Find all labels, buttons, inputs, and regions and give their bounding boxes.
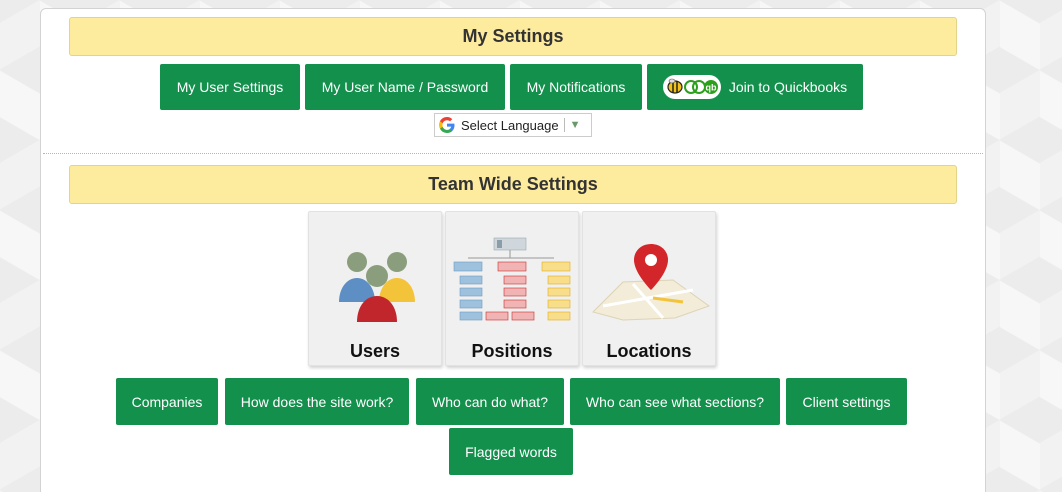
language-selector[interactable]: Select Language ▼: [434, 113, 592, 137]
quickbooks-logo-icon: qb: [662, 75, 721, 99]
locations-tile[interactable]: Locations: [582, 211, 716, 366]
positions-tile[interactable]: Positions: [445, 211, 579, 366]
join-quickbooks-label: Join to Quickbooks: [728, 79, 848, 95]
my-user-settings-button[interactable]: My User Settings: [160, 64, 300, 110]
my-notifications-button[interactable]: My Notifications: [510, 64, 642, 110]
language-label: Select Language: [461, 117, 559, 133]
join-quickbooks-button[interactable]: qb Join to Quickbooks: [647, 64, 863, 110]
google-g-icon: [439, 117, 455, 133]
org-chart-icon: [453, 237, 571, 321]
settings-panel: My Settings My User Settings My User Nam…: [40, 8, 986, 492]
companies-button[interactable]: Companies: [116, 378, 218, 425]
section-divider: [43, 153, 983, 154]
users-group-icon: [339, 252, 415, 322]
who-can-see-sections-button[interactable]: Who can see what sections?: [570, 378, 780, 425]
users-tile[interactable]: Users: [308, 211, 442, 366]
flagged-words-button[interactable]: Flagged words: [449, 428, 573, 475]
my-user-name-password-button[interactable]: My User Name / Password: [305, 64, 505, 110]
how-site-works-button[interactable]: How does the site work?: [225, 378, 409, 425]
dropdown-arrow-icon: ▼: [569, 119, 581, 131]
locations-tile-label: Locations: [606, 341, 692, 361]
team-settings-title: Team Wide Settings: [428, 174, 598, 194]
team-settings-header: Team Wide Settings: [69, 165, 957, 204]
users-tile-label: Users: [349, 341, 401, 361]
language-separator: [563, 118, 565, 132]
my-settings-title: My Settings: [462, 26, 564, 46]
who-can-do-what-button[interactable]: Who can do what?: [416, 378, 564, 425]
map-pin-icon: [592, 244, 711, 321]
svg-text:qb: qb: [705, 83, 716, 93]
client-settings-button[interactable]: Client settings: [786, 378, 907, 425]
my-settings-header: My Settings: [69, 17, 957, 56]
positions-tile-label: Positions: [471, 341, 553, 361]
